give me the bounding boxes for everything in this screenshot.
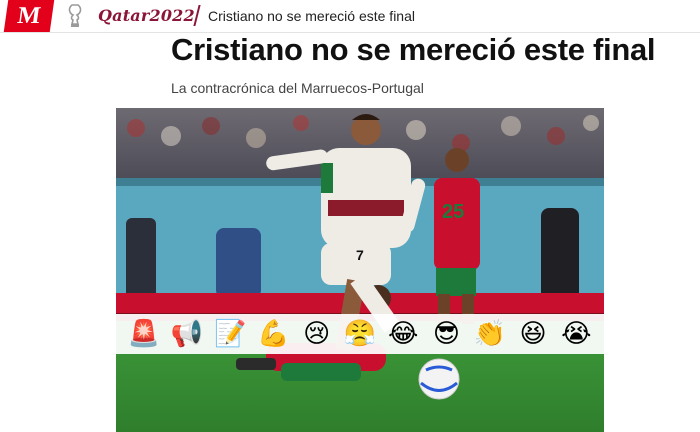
qatar-2022-section-link[interactable]: Qatar2022 [98,6,195,25]
article-subtitle: La contracrónica del Marruecos-Portugal [171,80,424,96]
loudly-crying-face-icon[interactable]: 😭 [558,314,594,354]
flexed-biceps-icon[interactable]: 💪 [255,314,291,354]
memo-icon[interactable]: 📝 [212,314,248,354]
marca-logo[interactable]: M [3,0,55,32]
top-navigation-bar: M Qatar2022 Cristiano no se mereció este… [0,0,700,33]
tears-of-joy-icon[interactable]: 😂 [385,314,421,354]
opponent-shirt-number: 25 [442,201,464,223]
article-photo[interactable]: 25 7 [116,108,604,432]
sunglasses-face-icon[interactable]: 😎 [428,314,464,354]
megaphone-icon[interactable]: 📢 [169,314,205,354]
siren-icon[interactable]: 🚨 [126,314,162,354]
emoji-reaction-bar: 🚨 📢 📝 💪 😢 😤 😂 😎 👏 😆 😭 [116,314,604,354]
breadcrumb[interactable]: Cristiano no se mereció este final [208,8,415,24]
clapping-hands-icon[interactable]: 👏 [472,314,508,354]
player-shirt-number: 7 [356,247,364,263]
match-photo: 25 7 [116,108,604,432]
world-cup-trophy-icon [68,4,82,27]
page-title: Cristiano no se mereció este final [171,32,656,67]
grinning-squinting-face-icon[interactable]: 😆 [515,314,551,354]
triumph-face-icon[interactable]: 😤 [342,314,378,354]
crying-face-icon[interactable]: 😢 [299,314,335,354]
